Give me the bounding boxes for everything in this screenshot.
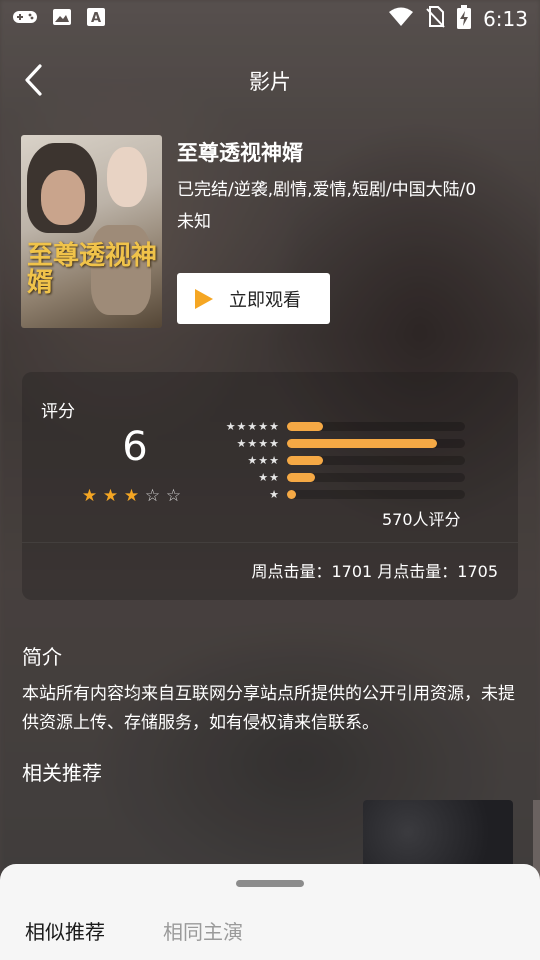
battery-charging-icon <box>457 5 472 33</box>
a-icon: A <box>86 7 106 31</box>
movie-info: 至尊透视神婿 已完结/逆袭,剧情,爱情,短剧/中国大陆/0 未知 <box>177 137 522 232</box>
rating-stars: ★ ★ ★ ☆ ☆ <box>80 486 183 506</box>
click-stats: 周点击量：1701 月点击量：1705 <box>251 562 498 581</box>
poster-figure-face <box>41 170 85 225</box>
gamepad-icon <box>12 8 38 30</box>
movie-poster[interactable]: 至尊透视神婿 <box>21 135 162 328</box>
distribution-track <box>287 473 465 482</box>
wifi-icon <box>389 7 414 31</box>
distribution-bar <box>287 490 296 499</box>
divider <box>22 542 518 543</box>
distribution-track <box>287 422 465 431</box>
distribution-bar <box>287 422 323 431</box>
movie-status: 未知 <box>177 212 211 232</box>
distribution-stars-icon: ★★★★ <box>236 437 280 450</box>
star-filled-icon: ★ <box>81 486 98 506</box>
distribution-track <box>287 490 465 499</box>
intro-text: 本站所有内容均来自互联网分享站点所提供的公开引用资源，未提供资源上传、存储服务，… <box>22 684 515 733</box>
tab-similar[interactable]: 相似推荐 <box>25 916 105 945</box>
distribution-stars-icon: ★★★★★ <box>225 420 280 433</box>
related-title: 相关推荐 <box>22 761 102 785</box>
star-filled-icon: ★ <box>102 486 119 506</box>
rating-count: 570人评分 <box>382 510 461 529</box>
tab-same-cast[interactable]: 相同主演 <box>163 916 243 945</box>
play-icon <box>195 288 213 309</box>
distribution-stars-icon: ★ <box>269 488 280 501</box>
poster-figure <box>107 147 147 207</box>
poster-title-art: 至尊透视神婿 <box>27 241 158 299</box>
drag-handle[interactable] <box>236 880 304 887</box>
rating-distribution: ★★★★★ ★★★★ ★★★ ★★ ★ <box>212 418 465 503</box>
star-filled-icon: ★ <box>123 486 140 506</box>
rating-label: 评分 <box>41 402 75 422</box>
rating-distribution-row: ★ <box>212 486 465 503</box>
distribution-bar <box>287 439 437 448</box>
movie-meta: 已完结/逆袭,剧情,爱情,短剧/中国大陆/0 <box>177 180 477 200</box>
watch-now-label: 立即观看 <box>229 289 301 311</box>
star-empty-icon: ☆ <box>144 486 161 506</box>
status-bar: A 6:13 <box>0 0 540 38</box>
clock: 6:13 <box>483 7 528 31</box>
distribution-bar <box>287 456 323 465</box>
movie-title: 至尊透视神婿 <box>177 141 303 165</box>
rating-distribution-row: ★★★★ <box>212 435 465 452</box>
distribution-bar <box>287 473 316 482</box>
image-icon <box>52 7 72 31</box>
bottom-sheet: 相似推荐 相同主演 <box>0 864 540 960</box>
rating-distribution-row: ★★★★★ <box>212 418 465 435</box>
svg-text:A: A <box>91 11 101 26</box>
app-header: 影片 <box>0 50 540 112</box>
watch-now-button[interactable]: 立即观看 <box>177 273 330 324</box>
rating-card: 评分 6 ★ ★ ★ ☆ ☆ ★★★★★ ★★★★ ★★★ ★★ ★ 570人评分 周点击量：1… <box>22 372 518 600</box>
rating-distribution-row: ★★ <box>212 469 465 486</box>
rating-distribution-row: ★★★ <box>212 452 465 469</box>
distribution-stars-icon: ★★ <box>258 471 280 484</box>
distribution-track <box>287 456 465 465</box>
intro-title: 简介 <box>22 645 62 669</box>
distribution-stars-icon: ★★★ <box>247 454 280 467</box>
star-empty-icon: ☆ <box>165 486 182 506</box>
no-sim-icon <box>425 6 445 32</box>
distribution-track <box>287 439 465 448</box>
page-title: 影片 <box>249 70 291 94</box>
